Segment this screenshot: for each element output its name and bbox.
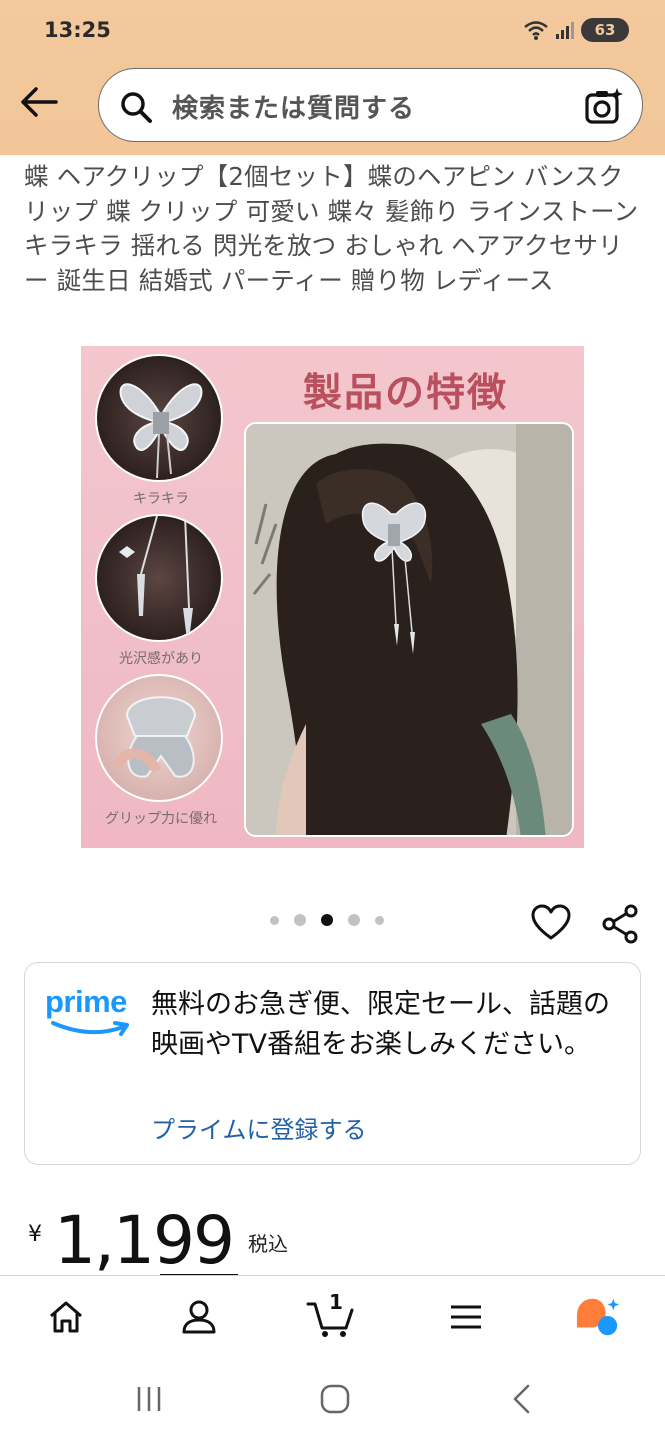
home-button-icon[interactable]: [319, 1383, 351, 1415]
prime-logo: prime: [45, 985, 135, 1045]
status-icons: 63: [523, 18, 629, 42]
image-heading: 製品の特徴: [303, 370, 509, 416]
model-photo: [244, 422, 574, 837]
carousel-indicator[interactable]: [270, 914, 384, 926]
price-currency: ¥: [28, 1222, 42, 1247]
menu-icon: [451, 1305, 481, 1329]
cart-count-badge: 1: [329, 1290, 343, 1314]
status-bar: 13:25 63: [0, 0, 665, 62]
prime-logo-text: prime: [45, 984, 127, 1019]
caption-1: キラキラ: [133, 491, 189, 507]
prime-smile-icon: [51, 1021, 129, 1036]
rufus-icon: [576, 1298, 620, 1336]
header: 13:25 63 検索または質問する: [0, 0, 665, 155]
nav-home[interactable]: [43, 1294, 89, 1340]
search-bar[interactable]: 検索または質問する: [98, 68, 643, 142]
product-image[interactable]: 製品の特徴 キラキラ 光沢感があり グリップ力に優れ: [81, 346, 584, 848]
price-amount: 1,199: [54, 1202, 235, 1279]
nav-menu[interactable]: [443, 1294, 489, 1340]
search-icon: [121, 92, 152, 123]
wifi-icon: [524, 21, 548, 40]
caption-2: 光沢感があり: [119, 651, 203, 667]
carousel-dot[interactable]: [375, 915, 384, 925]
nav-cart[interactable]: 1: [306, 1290, 358, 1340]
prime-description: 無料のお急ぎ便、限定セール、話題の映画やTV番組をお楽しみください。: [151, 989, 610, 1060]
feature-circle-gloss: [95, 514, 223, 642]
carousel-dot-active[interactable]: [321, 914, 333, 926]
back-arrow-icon[interactable]: [18, 84, 60, 120]
signal-icon: [556, 22, 574, 39]
system-back-icon[interactable]: [508, 1383, 536, 1415]
status-time: 13:25: [44, 18, 111, 42]
camera-lens-icon[interactable]: [584, 87, 624, 125]
heart-icon[interactable]: [531, 904, 571, 942]
search-placeholder: 検索または質問する: [172, 94, 416, 124]
carousel-dot[interactable]: [294, 914, 306, 926]
feature-circle-grip: [95, 674, 223, 802]
bottom-navigation: 1: [0, 1275, 665, 1357]
home-icon: [50, 1301, 82, 1333]
prime-signup-link[interactable]: プライムに登録する: [151, 1110, 367, 1145]
caption-3: グリップ力に優れ: [105, 811, 217, 827]
share-icon[interactable]: [601, 904, 639, 944]
product-title: 蝶 ヘアクリップ【2個セット】蝶のヘアピン バンスクリップ 蝶 クリップ 可愛い…: [24, 162, 639, 295]
carousel-dot[interactable]: [348, 914, 360, 926]
carousel-dot[interactable]: [270, 915, 279, 925]
feature-circle-sparkle: [95, 354, 223, 482]
account-icon: [182, 1300, 216, 1334]
price-tax-label: 税込: [248, 1232, 288, 1256]
system-navigation-bar: [0, 1357, 665, 1440]
prime-promo-card: prime 無料のお急ぎ便、限定セール、話題の映画やTV番組をお楽しみください。…: [24, 962, 641, 1165]
recent-apps-icon[interactable]: [133, 1385, 165, 1413]
nav-account[interactable]: [176, 1294, 222, 1340]
nav-rufus[interactable]: [575, 1294, 621, 1340]
battery-indicator: 63: [581, 18, 629, 42]
